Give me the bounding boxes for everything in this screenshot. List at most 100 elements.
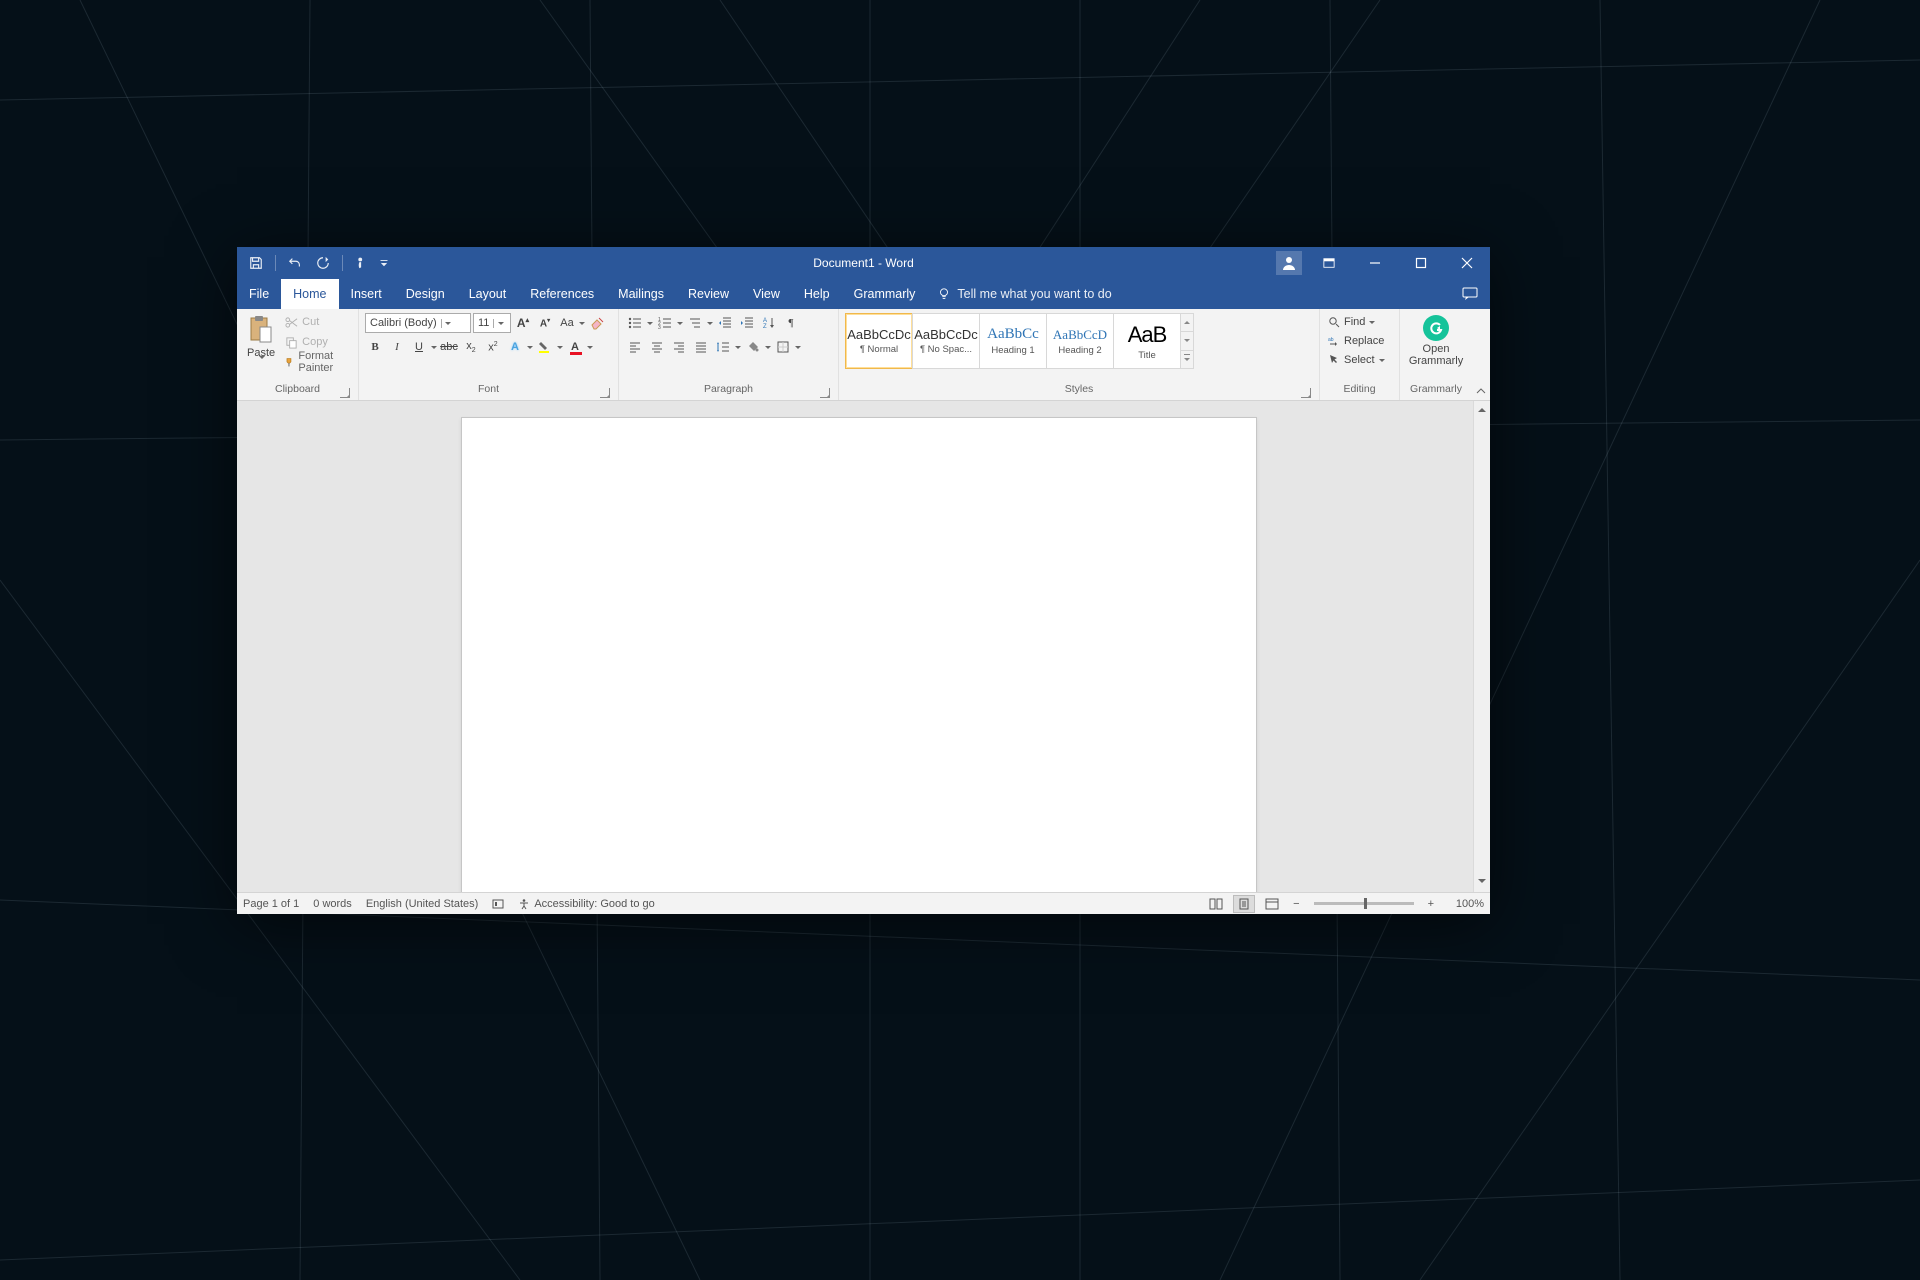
borders-button[interactable]	[773, 337, 793, 357]
highlighter-icon	[538, 340, 552, 354]
decrease-indent-button[interactable]	[715, 313, 735, 333]
tab-review[interactable]: Review	[676, 279, 741, 309]
paragraph-launcher[interactable]	[820, 388, 830, 398]
multilevel-list-button[interactable]	[685, 313, 705, 333]
language-status[interactable]: English (United States)	[366, 898, 479, 910]
style-title[interactable]: AaBTitle	[1113, 313, 1181, 369]
tab-help[interactable]: Help	[792, 279, 842, 309]
styles-launcher[interactable]	[1301, 388, 1311, 398]
svg-text:ab: ab	[1328, 337, 1334, 343]
clear-formatting-button[interactable]	[587, 313, 607, 333]
vertical-scrollbar[interactable]	[1473, 401, 1490, 892]
tab-layout[interactable]: Layout	[457, 279, 519, 309]
tab-insert[interactable]: Insert	[339, 279, 394, 309]
font-launcher[interactable]	[600, 388, 610, 398]
touch-mode-button[interactable]	[351, 252, 373, 274]
sort-button[interactable]: AZ	[759, 313, 779, 333]
styles-scroll-down[interactable]	[1181, 332, 1193, 350]
text-effects-button[interactable]: A	[505, 337, 525, 357]
shading-button[interactable]	[743, 337, 763, 357]
scroll-down[interactable]	[1474, 875, 1490, 892]
font-name-combo[interactable]: Calibri (Body)	[365, 313, 471, 333]
font-color-button[interactable]: A	[565, 337, 585, 357]
tab-home[interactable]: Home	[281, 279, 338, 309]
zoom-level[interactable]: 100%	[1444, 898, 1484, 910]
highlight-button[interactable]	[535, 337, 555, 357]
style-normal[interactable]: AaBbCcDc¶ Normal	[845, 313, 913, 369]
accessibility-status[interactable]: Accessibility: Good to go	[518, 898, 654, 910]
qat-customize[interactable]	[379, 252, 389, 274]
cursor-icon	[1328, 354, 1340, 366]
document-area	[237, 401, 1490, 892]
align-left-button[interactable]	[625, 337, 645, 357]
tab-view[interactable]: View	[741, 279, 792, 309]
align-center-button[interactable]	[647, 337, 667, 357]
change-case-button[interactable]: Aa	[557, 313, 577, 333]
open-grammarly-button[interactable]: OpenGrammarly	[1405, 313, 1467, 369]
tab-mailings[interactable]: Mailings	[606, 279, 676, 309]
group-clipboard: Paste Cut Copy Format Painter Clipboard	[237, 309, 359, 400]
close-button[interactable]	[1444, 247, 1490, 279]
tell-me-search[interactable]: Tell me what you want to do	[927, 279, 1121, 309]
shrink-font-button[interactable]: A▾	[535, 313, 555, 333]
font-size-combo[interactable]: 11	[473, 313, 511, 333]
scroll-up[interactable]	[1474, 401, 1490, 418]
tab-file[interactable]: File	[237, 279, 281, 309]
grow-font-button[interactable]: A▴	[513, 313, 533, 333]
style-heading-1[interactable]: AaBbCcHeading 1	[979, 313, 1047, 369]
account-button[interactable]	[1276, 251, 1302, 275]
increase-indent-button[interactable]	[737, 313, 757, 333]
find-button[interactable]: Find	[1326, 313, 1377, 331]
zoom-in-button[interactable]: +	[1424, 898, 1438, 910]
style-no-spacing[interactable]: AaBbCcDc¶ No Spac...	[912, 313, 980, 369]
italic-button[interactable]: I	[387, 337, 407, 357]
document-page[interactable]	[461, 417, 1257, 892]
zoom-slider[interactable]	[1314, 902, 1414, 905]
strikethrough-button[interactable]: abc	[439, 337, 459, 357]
save-button[interactable]	[245, 252, 267, 274]
word-count[interactable]: 0 words	[313, 898, 352, 910]
tab-design[interactable]: Design	[394, 279, 457, 309]
minimize-button[interactable]	[1352, 247, 1398, 279]
ribbon-display-button[interactable]	[1306, 247, 1352, 279]
undo-button[interactable]	[284, 252, 306, 274]
print-layout-button[interactable]	[1233, 895, 1255, 913]
macro-status[interactable]	[492, 898, 504, 910]
line-spacing-button[interactable]	[713, 337, 733, 357]
outdent-icon	[718, 316, 732, 330]
underline-button[interactable]: U	[409, 337, 429, 357]
cut-button[interactable]: Cut	[283, 313, 352, 331]
svg-text:Z: Z	[763, 324, 767, 330]
clipboard-launcher[interactable]	[340, 388, 350, 398]
styles-scroll-up[interactable]	[1181, 314, 1193, 332]
replace-button[interactable]: abReplace	[1326, 332, 1386, 350]
copy-button[interactable]: Copy	[283, 333, 352, 351]
paste-button[interactable]: Paste	[243, 313, 279, 381]
style-heading-2[interactable]: AaBbCcDHeading 2	[1046, 313, 1114, 369]
group-editing: Find abReplace Select Editing	[1320, 309, 1400, 400]
feedback-button[interactable]	[1450, 279, 1490, 309]
show-marks-button[interactable]: ¶	[781, 313, 801, 333]
web-layout-button[interactable]	[1261, 895, 1283, 913]
zoom-out-button[interactable]: −	[1289, 898, 1303, 910]
styles-more[interactable]	[1181, 351, 1193, 368]
justify-button[interactable]	[691, 337, 711, 357]
collapse-ribbon-button[interactable]	[1472, 309, 1490, 400]
read-mode-button[interactable]	[1205, 895, 1227, 913]
sort-icon: AZ	[762, 316, 776, 330]
bold-button[interactable]: B	[365, 337, 385, 357]
subscript-button[interactable]: x2	[461, 337, 481, 357]
tab-references[interactable]: References	[518, 279, 606, 309]
numbering-button[interactable]: 123	[655, 313, 675, 333]
redo-button[interactable]	[312, 252, 334, 274]
bullets-button[interactable]	[625, 313, 645, 333]
quick-access-toolbar	[237, 252, 389, 274]
superscript-button[interactable]: x2	[483, 337, 503, 357]
lightbulb-icon	[937, 287, 951, 301]
select-button[interactable]: Select	[1326, 351, 1387, 369]
tab-grammarly[interactable]: Grammarly	[842, 279, 928, 309]
page-count[interactable]: Page 1 of 1	[243, 898, 299, 910]
maximize-button[interactable]	[1398, 247, 1444, 279]
align-right-button[interactable]	[669, 337, 689, 357]
format-painter-button[interactable]: Format Painter	[283, 353, 352, 371]
